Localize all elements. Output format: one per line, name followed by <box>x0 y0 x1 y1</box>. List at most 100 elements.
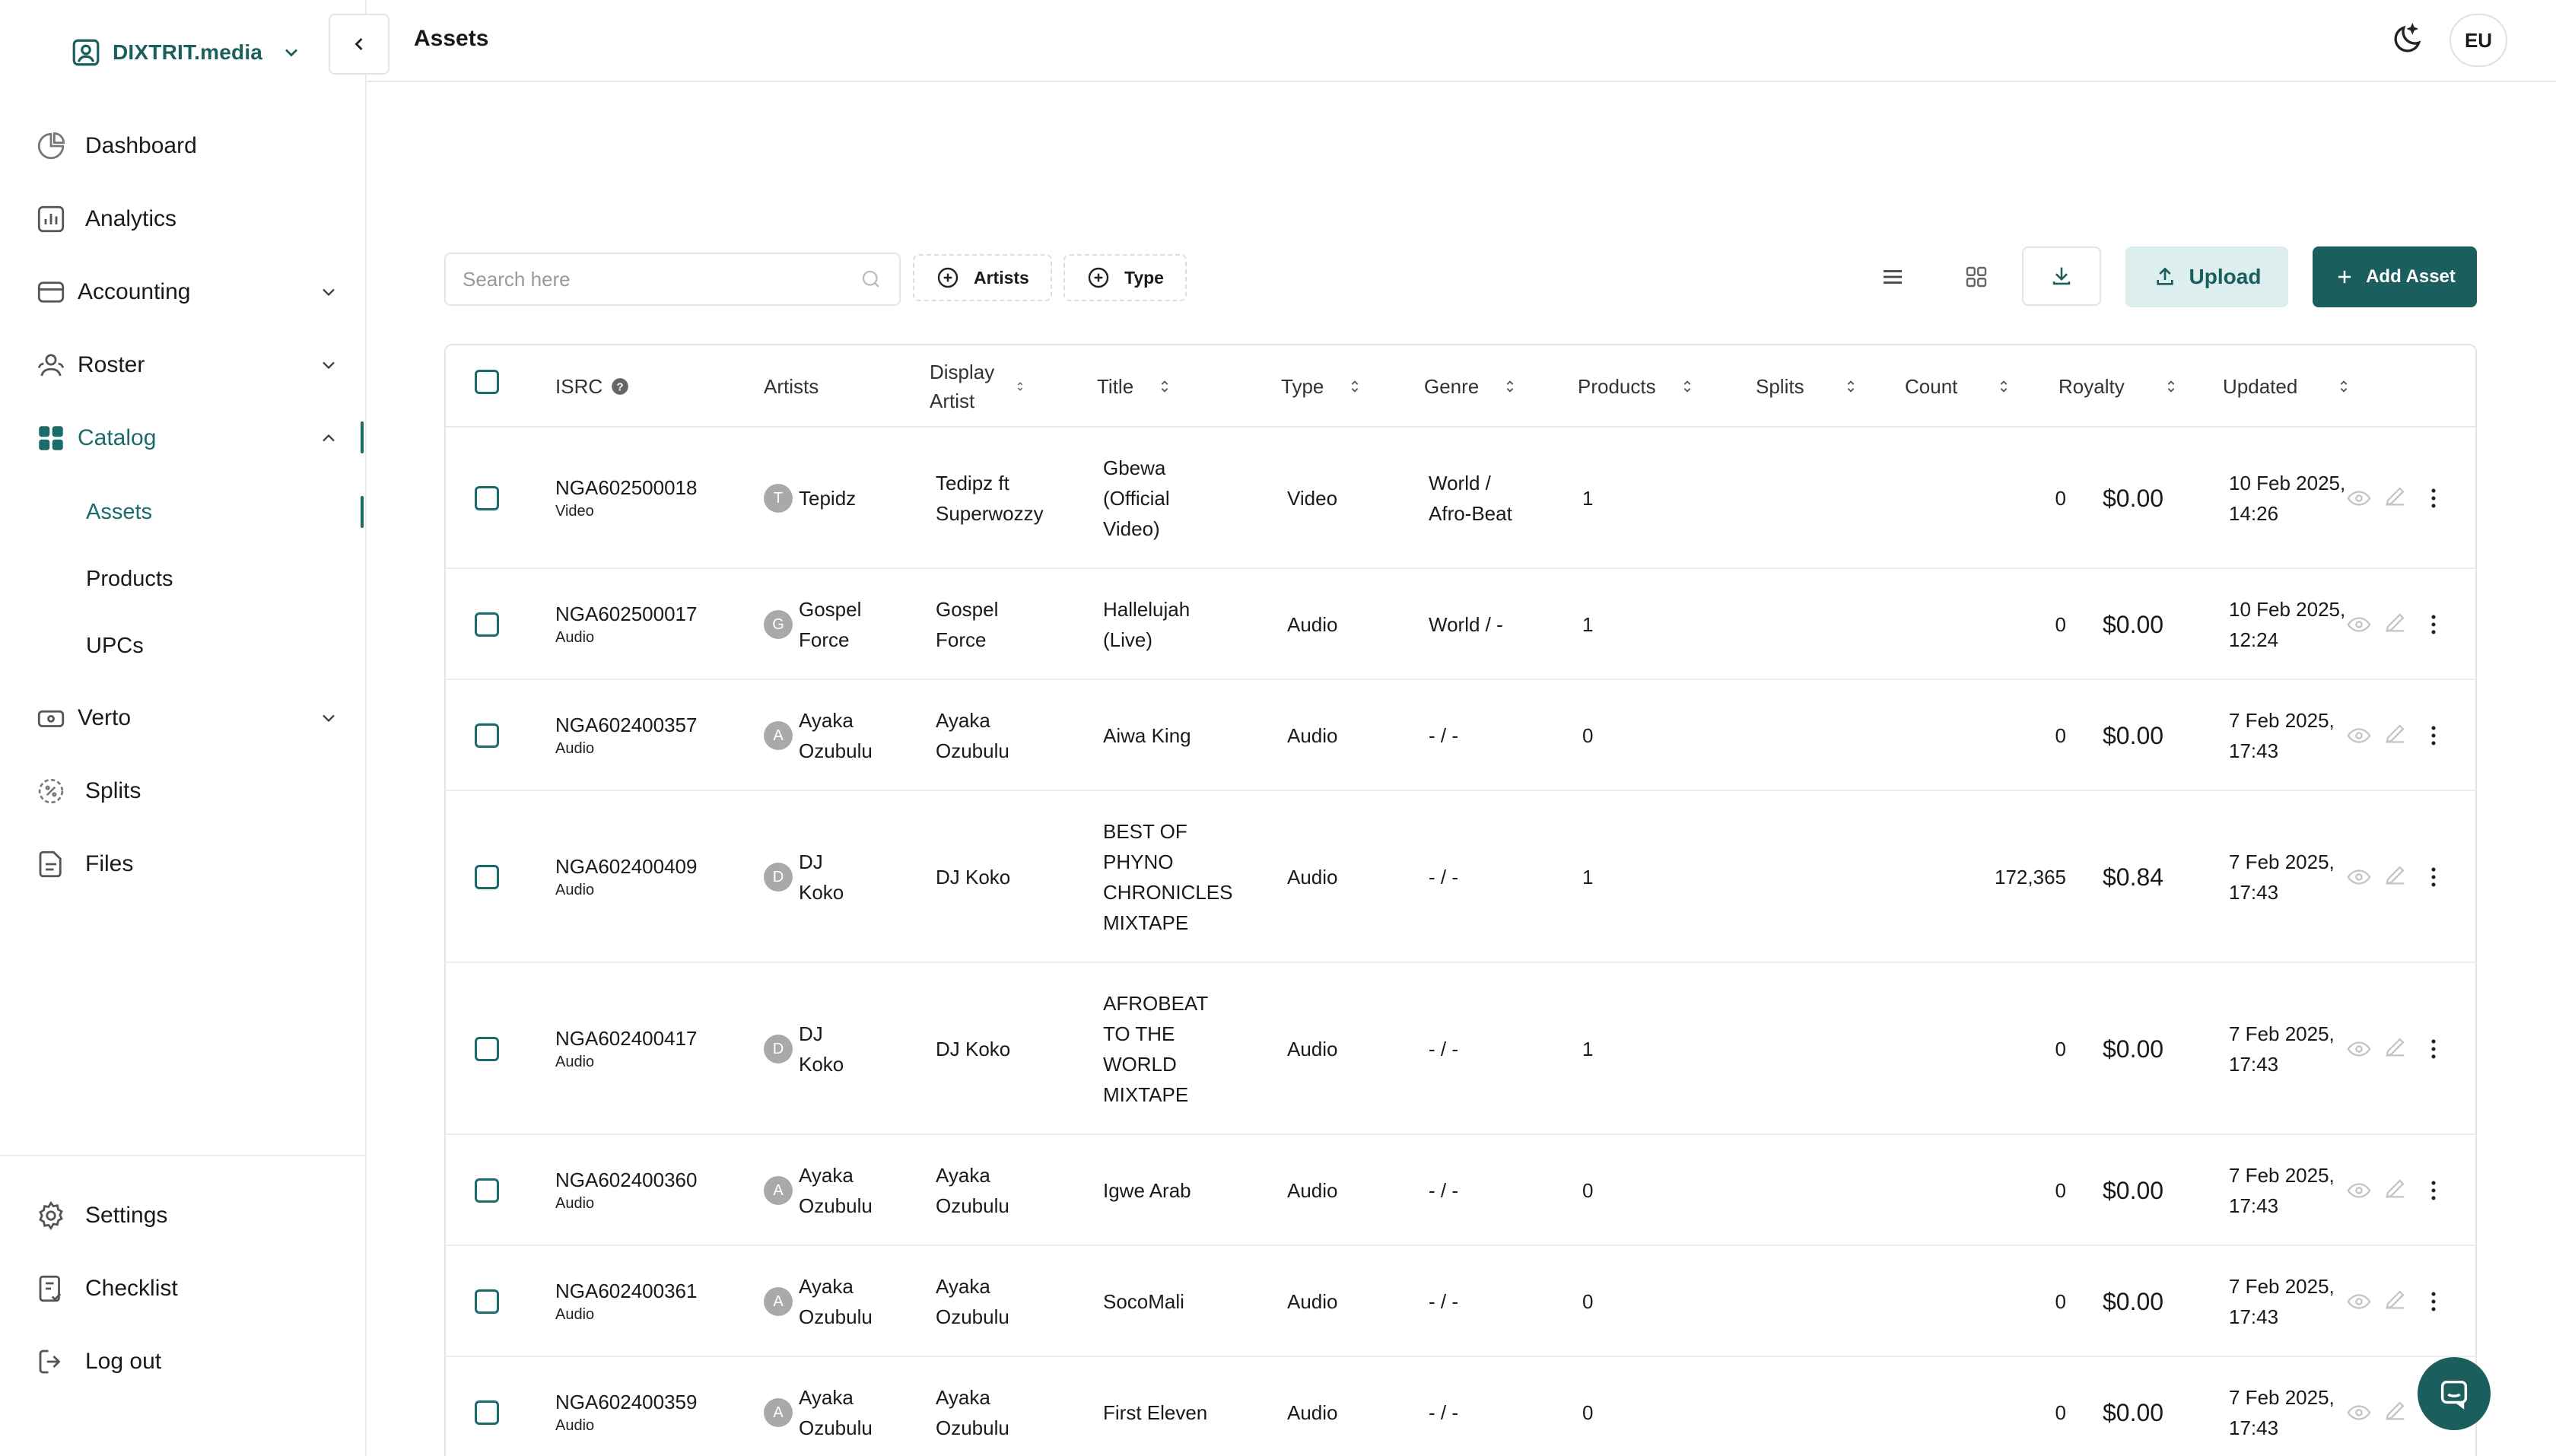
add-asset-button[interactable]: Add Asset <box>2313 246 2477 307</box>
table-row[interactable]: NGA602400359 Audio A Ayaka Ozubulu Ayaka Ozubu… <box>446 1357 2475 1456</box>
row-checkbox[interactable] <box>475 612 499 637</box>
table-row[interactable]: NGA602400357 Audio A Ayaka Ozubulu Ayaka Ozubu… <box>446 680 2475 791</box>
more-vertical-icon[interactable] <box>2421 1289 2446 1315</box>
eye-icon[interactable] <box>2346 723 2372 749</box>
eye-icon[interactable] <box>2346 485 2372 511</box>
grid-view-icon[interactable] <box>1963 263 1990 291</box>
sidebar-item-checklist[interactable]: Checklist <box>35 1266 347 1311</box>
help-icon[interactable]: ? <box>610 377 630 396</box>
artist-cell[interactable]: D DJ Koko <box>764 791 844 963</box>
sidebar-item-catalog[interactable]: Catalog <box>35 415 347 461</box>
pencil-icon[interactable] <box>2383 1175 2408 1201</box>
table-row[interactable]: NGA602400409 Audio D DJ Koko DJ Koko BEST OF PH… <box>446 791 2475 963</box>
artist-cell[interactable]: D DJ Koko <box>764 963 844 1135</box>
column-header-display-artist[interactable]: Display Artist <box>930 345 1026 428</box>
column-header-genre[interactable]: Genre <box>1424 345 1518 428</box>
cell-line: 7 Feb 2025, <box>2229 1164 2335 1187</box>
more-vertical-icon[interactable] <box>2421 864 2446 890</box>
collapse-sidebar-button[interactable] <box>329 14 389 75</box>
row-checkbox[interactable] <box>475 723 499 748</box>
sidebar-subitem-products[interactable]: Products <box>86 560 173 598</box>
table-row[interactable]: NGA602500018 Video T Tepidz Tedipz ft Superwo… <box>446 428 2475 569</box>
pencil-icon[interactable] <box>2383 483 2408 509</box>
cell-line: Ayaka <box>936 1164 990 1187</box>
artist-cell[interactable]: A Ayaka Ozubulu <box>764 1357 873 1456</box>
eye-icon[interactable] <box>2346 1178 2372 1203</box>
select-all-checkbox[interactable] <box>475 370 499 394</box>
sidebar-item-verto[interactable]: Verto <box>35 695 347 741</box>
upload-button[interactable]: Upload <box>2125 246 2288 307</box>
filter-type-button[interactable]: Type <box>1063 254 1187 301</box>
workspace-switcher[interactable]: DIXTRIT.media <box>70 33 302 72</box>
pencil-icon[interactable] <box>2383 1286 2408 1312</box>
cell-line: Ayaka <box>799 1164 854 1187</box>
products-value: 1 <box>1582 1038 1594 1060</box>
artist-avatar: G <box>764 610 793 639</box>
sidebar-item-files[interactable]: Files <box>35 841 347 887</box>
column-header-royalty[interactable]: Royalty <box>2058 345 2179 428</box>
list-view-icon[interactable] <box>1879 263 1906 291</box>
more-vertical-icon[interactable] <box>2421 723 2446 749</box>
filter-artists-button[interactable]: Artists <box>913 254 1052 301</box>
table-row[interactable]: NGA602400417 Audio D DJ Koko DJ Koko AFROBEAT T… <box>446 963 2475 1135</box>
pencil-icon[interactable] <box>2383 1034 2408 1060</box>
row-checkbox[interactable] <box>475 1400 499 1425</box>
support-chat-button[interactable] <box>2418 1357 2491 1430</box>
row-checkbox[interactable] <box>475 1178 499 1203</box>
table-row[interactable]: NGA602500017 Audio G Gospel Force Gospel Force… <box>446 569 2475 680</box>
type-cell: Audio <box>1287 569 1338 680</box>
cell-line: Tepidz <box>799 487 857 510</box>
eye-icon[interactable] <box>2346 864 2372 890</box>
artist-cell[interactable]: A Ayaka Ozubulu <box>764 1246 873 1357</box>
download-button[interactable] <box>2022 246 2101 306</box>
sidebar-subitem-assets[interactable]: Assets <box>86 493 152 531</box>
sidebar-item-label: Roster <box>78 352 145 377</box>
table-row[interactable]: NGA602400361 Audio A Ayaka Ozubulu Ayaka Ozubu… <box>446 1246 2475 1357</box>
column-header-splits[interactable]: Splits <box>1756 345 1859 428</box>
eye-icon[interactable] <box>2346 1036 2372 1062</box>
sidebar-item-logout[interactable]: Log out <box>35 1339 347 1384</box>
isrc-cell: NGA602400357 Audio <box>555 680 697 791</box>
upload-label: Upload <box>2189 265 2262 288</box>
sidebar-item-settings[interactable]: Settings <box>35 1193 347 1238</box>
column-header-products[interactable]: Products <box>1578 345 1696 428</box>
column-header-title[interactable]: Title <box>1097 345 1173 428</box>
eye-icon[interactable] <box>2346 1289 2372 1315</box>
moon-stars-icon[interactable] <box>2389 20 2427 58</box>
more-vertical-icon[interactable] <box>2421 1178 2446 1203</box>
row-checkbox[interactable] <box>475 486 499 510</box>
row-checkbox[interactable] <box>475 865 499 889</box>
sidebar-item-roster[interactable]: Roster <box>35 342 347 388</box>
column-header-updated[interactable]: Updated <box>2223 345 2352 428</box>
display-artist-cell: Ayaka Ozubulu <box>936 1135 1009 1246</box>
top-header <box>367 0 2556 82</box>
pencil-icon[interactable] <box>2383 1397 2408 1423</box>
chevron-down-icon <box>323 714 335 723</box>
search-input[interactable]: Search here <box>444 253 901 306</box>
artist-cell[interactable]: G Gospel Force <box>764 569 861 680</box>
eye-icon[interactable] <box>2346 612 2372 637</box>
user-avatar[interactable]: EU <box>2450 14 2507 67</box>
sidebar-item-analytics[interactable]: Analytics <box>35 196 347 242</box>
column-header-count[interactable]: Count <box>1905 345 2012 428</box>
column-header-type[interactable]: Type <box>1281 345 1363 428</box>
sidebar-subitem-upcs[interactable]: UPCs <box>86 627 144 665</box>
display-artist-cell: Ayaka Ozubulu <box>936 1357 1009 1456</box>
more-vertical-icon[interactable] <box>2421 485 2446 511</box>
row-checkbox[interactable] <box>475 1037 499 1061</box>
eye-icon[interactable] <box>2346 1400 2372 1426</box>
more-vertical-icon[interactable] <box>2421 612 2446 637</box>
more-vertical-icon[interactable] <box>2421 1036 2446 1062</box>
pencil-icon[interactable] <box>2383 862 2408 888</box>
sidebar-item-accounting[interactable]: Accounting <box>35 269 347 315</box>
artist-cell[interactable]: A Ayaka Ozubulu <box>764 1135 873 1246</box>
row-checkbox[interactable] <box>475 1289 499 1314</box>
table-row[interactable]: NGA602400360 Audio A Ayaka Ozubulu Ayaka Ozubu… <box>446 1135 2475 1246</box>
products-value: 1 <box>1582 613 1594 636</box>
sidebar-item-splits[interactable]: Splits <box>35 768 347 814</box>
artist-cell[interactable]: T Tepidz <box>764 428 856 569</box>
artist-cell[interactable]: A Ayaka Ozubulu <box>764 680 873 791</box>
pencil-icon[interactable] <box>2383 720 2408 746</box>
sidebar-item-dashboard[interactable]: Dashboard <box>35 123 347 169</box>
pencil-icon[interactable] <box>2383 609 2408 635</box>
